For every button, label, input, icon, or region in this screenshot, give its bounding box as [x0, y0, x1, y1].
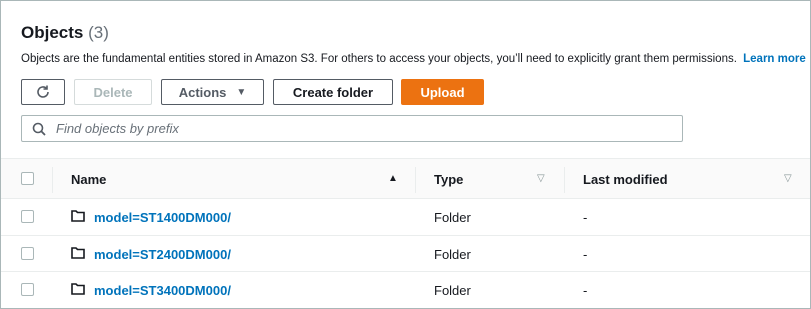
object-type: Folder — [434, 246, 471, 262]
sort-icon[interactable]: ▽ — [784, 173, 792, 184]
objects-panel: Objects (3) Objects are the fundamental … — [0, 0, 811, 309]
actions-label: Actions — [178, 84, 227, 100]
object-count: (3) — [88, 23, 109, 42]
column-divider — [415, 167, 416, 193]
refresh-button[interactable] — [21, 79, 65, 105]
title-text: Objects — [21, 23, 84, 42]
sort-icon[interactable]: ▽ — [537, 173, 545, 184]
refresh-icon — [35, 84, 51, 100]
description: Objects are the fundamental entities sto… — [21, 52, 810, 67]
delete-button[interactable]: Delete — [74, 79, 152, 105]
object-type: Folder — [434, 210, 471, 225]
select-all-checkbox[interactable] — [21, 172, 34, 185]
row-checkbox[interactable] — [21, 246, 34, 260]
table-row: model=ST3400DM000/ Folder - — [1, 272, 810, 308]
table-row: model=ST2400DM000/ Folder - — [1, 236, 810, 273]
create-folder-button[interactable]: Create folder — [273, 79, 393, 105]
object-type: Folder — [434, 283, 471, 299]
column-header-last-modified[interactable]: Last modified — [583, 172, 668, 187]
folder-icon — [71, 246, 85, 264]
learn-more-label: Learn more — [743, 53, 806, 65]
learn-more-link[interactable]: Learn more — [743, 53, 810, 65]
folder-icon — [71, 209, 85, 227]
object-name-link[interactable]: model=ST1400DM000/ — [94, 210, 231, 225]
object-last-modified: - — [583, 210, 588, 225]
object-name-link[interactable]: model=ST3400DM000/ — [94, 283, 231, 298]
upload-button[interactable]: Upload — [401, 79, 484, 105]
column-divider — [564, 167, 565, 193]
delete-label: Delete — [93, 84, 133, 100]
objects-table: Name ▲ Type ▽ Last modified ▽ model=ST14… — [1, 158, 810, 308]
create-folder-label: Create folder — [292, 84, 374, 100]
search-box[interactable] — [21, 115, 683, 142]
column-divider — [52, 167, 53, 193]
column-header-type[interactable]: Type — [434, 172, 463, 187]
object-last-modified: - — [583, 283, 588, 299]
search-input[interactable] — [54, 120, 654, 137]
upload-label: Upload — [420, 84, 465, 100]
object-name-link[interactable]: model=ST2400DM000/ — [94, 247, 231, 262]
description-text: Objects are the fundamental entities sto… — [21, 53, 737, 65]
page-title: Objects (3) — [21, 23, 109, 43]
row-checkbox[interactable] — [21, 283, 34, 297]
folder-icon — [71, 282, 85, 300]
table-row: model=ST1400DM000/ Folder - — [1, 199, 810, 236]
sort-ascending-icon[interactable]: ▲ — [388, 173, 398, 184]
row-checkbox[interactable] — [21, 210, 34, 223]
actions-button[interactable]: Actions ▼ — [161, 79, 264, 105]
search-icon — [32, 122, 46, 136]
column-header-name[interactable]: Name — [71, 172, 106, 187]
object-last-modified: - — [583, 246, 588, 262]
caret-down-icon: ▼ — [236, 86, 247, 98]
table-header: Name ▲ Type ▽ Last modified ▽ — [1, 158, 810, 199]
